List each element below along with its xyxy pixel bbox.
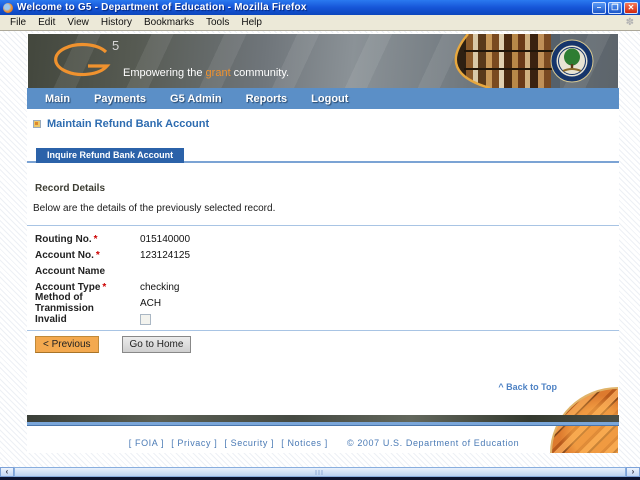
window-titlebar[interactable]: Welcome to G5 - Department of Education … (0, 0, 640, 15)
footer-link-security[interactable]: [ Security ] (224, 438, 274, 448)
field-label: Invalid (35, 313, 67, 325)
tab-strip: Inquire Refund Bank Account (27, 148, 619, 163)
field-label: Account Type * (35, 281, 107, 293)
g5-logo-icon: 5 (50, 38, 130, 88)
restore-button[interactable]: ❐ (608, 1, 622, 14)
scrollbar-gripper (315, 470, 325, 475)
required-asterisk: * (93, 233, 98, 245)
previous-button[interactable]: < Previous (35, 336, 99, 353)
banner-tagline: Empowering the grant community. (123, 67, 290, 79)
field-value: 123124125 (140, 249, 191, 261)
tab-inquire-refund-bank-account[interactable]: Inquire Refund Bank Account (36, 148, 185, 163)
required-asterisk: * (95, 249, 100, 261)
menu-bar: File Edit View History Bookmarks Tools H… (0, 15, 640, 31)
window-title: Welcome to G5 - Department of Education … (17, 2, 307, 13)
page-background: 5 Empowering the grant community. Main P… (0, 31, 640, 480)
education-seal-icon (550, 39, 594, 88)
divider-top (27, 225, 619, 226)
nav-logout[interactable]: Logout (311, 93, 348, 105)
menu-history[interactable]: History (95, 16, 138, 29)
field-row-method-of-tranmission: Method of Tranmission ACH (27, 292, 619, 314)
go-to-home-button[interactable]: Go to Home (121, 336, 192, 353)
required-asterisk: * (102, 281, 107, 293)
nav-g5-admin[interactable]: G5 Admin (170, 93, 222, 105)
footer: [ FOIA ] [ Privacy ] [ Security ] [ Noti… (27, 438, 619, 448)
content-card: 5 Empowering the grant community. Main P… (27, 33, 619, 453)
throbber-icon: ✽ (625, 17, 634, 28)
field-row-invalid: Invalid (27, 311, 619, 327)
bookshelf-image (428, 34, 560, 88)
field-label: Account No. * (35, 249, 100, 261)
field-row-account-name: Account Name (27, 263, 619, 279)
field-row-account-no: Account No. * 123124125 (27, 247, 619, 263)
scroll-right-arrow[interactable]: › (626, 467, 640, 477)
menu-bookmarks[interactable]: Bookmarks (138, 16, 200, 29)
main-nav: Main Payments G5 Admin Reports Logout (27, 88, 619, 109)
field-value: 015140000 (140, 233, 191, 245)
field-label: Routing No. * (35, 233, 98, 245)
horizontal-scrollbar[interactable]: ‹ › (0, 467, 640, 477)
nav-reports[interactable]: Reports (246, 93, 288, 105)
menu-tools[interactable]: Tools (200, 16, 235, 29)
nav-main[interactable]: Main (45, 93, 70, 105)
menu-help[interactable]: Help (235, 16, 268, 29)
section-heading: Record Details (35, 183, 106, 194)
menu-view[interactable]: View (61, 16, 95, 29)
minimize-button[interactable]: – (592, 1, 606, 14)
footer-divider-bar (27, 415, 619, 426)
field-value: checking (140, 281, 180, 293)
invalid-checkbox[interactable] (140, 313, 151, 325)
scrollbar-thumb[interactable] (14, 467, 626, 477)
scroll-left-arrow[interactable]: ‹ (0, 467, 14, 477)
section-description: Below are the details of the previously … (33, 203, 276, 214)
menu-file[interactable]: File (4, 16, 32, 29)
field-label: Account Name (35, 265, 106, 277)
footer-link-privacy[interactable]: [ Privacy ] (171, 438, 217, 448)
field-label: Method of Tranmission (35, 292, 94, 314)
field-row-routing-no: Routing No. * 015140000 (27, 231, 619, 247)
back-to-top-link[interactable]: ^ Back to Top (498, 382, 557, 392)
header-banner: 5 Empowering the grant community. (28, 34, 618, 88)
g5-logo-number: 5 (112, 38, 120, 53)
footer-link-foia[interactable]: [ FOIA ] (129, 438, 164, 448)
page-title-icon (33, 120, 41, 128)
copyright-text: © 2007 U.S. Department of Education (346, 438, 520, 448)
nav-payments[interactable]: Payments (94, 93, 146, 105)
field-value: ACH (140, 297, 162, 309)
menu-edit[interactable]: Edit (32, 16, 61, 29)
divider-bottom (27, 330, 619, 331)
close-button[interactable]: ✕ (624, 1, 638, 14)
footer-link-notices[interactable]: [ Notices ] (281, 438, 328, 448)
firefox-icon (3, 2, 13, 13)
page-title: Maintain Refund Bank Account (47, 118, 210, 130)
